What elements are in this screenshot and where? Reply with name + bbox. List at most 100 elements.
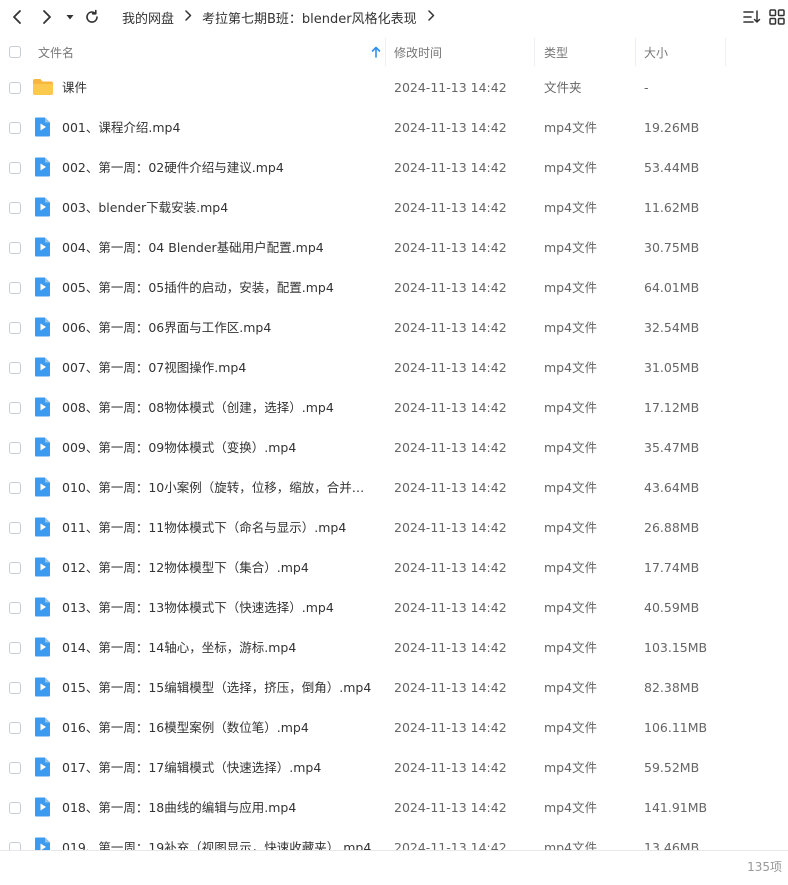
file-row[interactable]: 014、第一周：14轴心，坐标，游标.mp4 2024-11-13 14:42 mp… — [0, 628, 788, 668]
file-row[interactable]: 007、第一周：07视图操作.mp4 2024-11-13 14:42 mp4文件 3… — [0, 348, 788, 388]
file-modified-date: 2024-11-13 14:42 — [394, 160, 507, 175]
file-row[interactable]: 课件 2024-11-13 14:42 文件夹 - — [0, 68, 788, 108]
file-row[interactable]: 002、第一周：02硬件介绍与建议.mp4 2024-11-13 14:42 mp4… — [0, 148, 788, 188]
forward-button[interactable] — [36, 6, 58, 28]
file-row[interactable]: 011、第一周：11物体模式下（命名与显示）.mp4 2024-11-13 14:… — [0, 508, 788, 548]
row-checkbox[interactable] — [9, 562, 21, 574]
video-file-icon — [32, 637, 52, 657]
refresh-icon — [86, 9, 98, 23]
column-header-size-label: 大小 — [644, 45, 669, 60]
column-header-type[interactable]: 类型 — [544, 36, 634, 68]
file-modified-date: 2024-11-13 14:42 — [394, 80, 507, 95]
column-header-name[interactable]: 文件名 — [38, 36, 378, 68]
file-row[interactable]: 012、第一周：12物体模型下（集合）.mp4 2024-11-13 14:42 m… — [0, 548, 788, 588]
file-type: mp4文件 — [544, 760, 598, 775]
file-row[interactable]: 010、第一周：10小案例（旋转，位移，缩放，合并，视... 2024-11-13… — [0, 468, 788, 508]
column-divider[interactable] — [534, 38, 535, 66]
video-file-icon — [32, 397, 52, 417]
file-row[interactable]: 009、第一周：09物体模式（变换）.mp4 2024-11-13 14:42 mp… — [0, 428, 788, 468]
breadcrumb-item-current[interactable]: 考拉第七期B班：blender风格化表现 — [202, 8, 417, 27]
file-row[interactable]: 016、第一周：16模型案例（数位笔）.mp4 2024-11-13 14:42 m… — [0, 708, 788, 748]
file-modified-date: 2024-11-13 14:42 — [394, 640, 507, 655]
file-row[interactable]: 015、第一周：15编辑模型（选择，挤压，倒角）.mp4 2024-11-13 1… — [0, 668, 788, 708]
file-modified-date: 2024-11-13 14:42 — [394, 360, 507, 375]
file-size: 32.54MB — [644, 320, 700, 335]
row-checkbox[interactable] — [9, 162, 21, 174]
row-checkbox[interactable] — [9, 362, 21, 374]
file-modified-date: 2024-11-13 14:42 — [394, 600, 507, 615]
file-name: 005、第一周：05插件的启动，安装，配置.mp4 — [62, 280, 334, 295]
column-header-modified[interactable]: 修改时间 — [394, 36, 534, 68]
history-dropdown-button[interactable] — [62, 6, 78, 28]
row-checkbox[interactable] — [9, 522, 21, 534]
row-checkbox[interactable] — [9, 242, 21, 254]
video-file-icon — [32, 517, 52, 537]
sort-ascending-icon[interactable] — [370, 36, 382, 68]
file-size: 30.75MB — [644, 240, 700, 255]
file-modified-date: 2024-11-13 14:42 — [394, 480, 507, 495]
file-type: mp4文件 — [544, 840, 598, 850]
column-divider[interactable] — [385, 38, 386, 66]
file-name: 011、第一周：11物体模式下（命名与显示）.mp4 — [62, 520, 347, 535]
file-row[interactable]: 005、第一周：05插件的启动，安装，配置.mp4 2024-11-13 14:4… — [0, 268, 788, 308]
video-file-icon — [32, 157, 52, 177]
file-size: 64.01MB — [644, 280, 700, 295]
row-checkbox[interactable] — [9, 402, 21, 414]
sort-button[interactable] — [742, 8, 762, 26]
file-type: mp4文件 — [544, 680, 598, 695]
breadcrumb-separator-icon — [184, 9, 192, 25]
row-checkbox[interactable] — [9, 282, 21, 294]
select-all-checkbox[interactable] — [9, 46, 21, 58]
row-checkbox[interactable] — [9, 322, 21, 334]
file-row[interactable]: 019、第一周：19补充（视图显示，快速收藏夹）.mp4 2024-11-13 1… — [0, 828, 788, 850]
row-checkbox[interactable] — [9, 642, 21, 654]
row-checkbox[interactable] — [9, 442, 21, 454]
file-modified-date: 2024-11-13 14:42 — [394, 240, 507, 255]
file-type: mp4文件 — [544, 400, 598, 415]
row-checkbox[interactable] — [9, 682, 21, 694]
back-button[interactable] — [6, 6, 28, 28]
file-name: 008、第一周：08物体模式（创建，选择）.mp4 — [62, 400, 334, 415]
file-name: 010、第一周：10小案例（旋转，位移，缩放，合并，视... — [62, 480, 374, 495]
video-file-icon — [32, 797, 52, 817]
file-modified-date: 2024-11-13 14:42 — [394, 400, 507, 415]
file-type: mp4文件 — [544, 200, 598, 215]
file-row[interactable]: 006、第一周：06界面与工作区.mp4 2024-11-13 14:42 mp4文… — [0, 308, 788, 348]
file-row[interactable]: 004、第一周：04 Blender基础用户配置.mp4 2024-11-13 1… — [0, 228, 788, 268]
column-divider[interactable] — [635, 38, 636, 66]
row-checkbox[interactable] — [9, 762, 21, 774]
video-file-icon — [32, 597, 52, 617]
row-checkbox[interactable] — [9, 842, 21, 850]
file-name: 018、第一周：18曲线的编辑与应用.mp4 — [62, 800, 297, 815]
file-size: 31.05MB — [644, 360, 700, 375]
file-type: mp4文件 — [544, 640, 598, 655]
row-checkbox[interactable] — [9, 722, 21, 734]
refresh-button[interactable] — [81, 6, 103, 28]
file-row[interactable]: 017、第一周：17编辑模式（快速选择）.mp4 2024-11-13 14:42… — [0, 748, 788, 788]
video-file-icon — [32, 277, 52, 297]
view-mode-button[interactable] — [768, 8, 786, 26]
column-divider[interactable] — [725, 38, 726, 66]
file-row[interactable]: 008、第一周：08物体模式（创建，选择）.mp4 2024-11-13 14:4… — [0, 388, 788, 428]
toolbar: 我的网盘 考拉第七期B班：blender风格化表现 — [0, 0, 788, 34]
file-name: 019、第一周：19补充（视图显示，快速收藏夹）.mp4 — [62, 840, 372, 850]
column-header-size[interactable]: 大小 — [644, 36, 724, 68]
file-name: 016、第一周：16模型案例（数位笔）.mp4 — [62, 720, 309, 735]
file-row[interactable]: 001、课程介绍.mp4 2024-11-13 14:42 mp4文件 19.26MB — [0, 108, 788, 148]
file-browser-window: 我的网盘 考拉第七期B班：blender风格化表现 文件名 修改时间 类型 大小… — [0, 0, 788, 885]
video-file-icon — [32, 837, 52, 850]
video-file-icon — [32, 237, 52, 257]
file-row[interactable]: 013、第一周：13物体模式下（快速选择）.mp4 2024-11-13 14:4… — [0, 588, 788, 628]
chevron-right-icon — [43, 10, 51, 24]
row-checkbox[interactable] — [9, 202, 21, 214]
file-row[interactable]: 003、blender下载安装.mp4 2024-11-13 14:42 mp4文件… — [0, 188, 788, 228]
row-checkbox[interactable] — [9, 602, 21, 614]
row-checkbox[interactable] — [9, 82, 21, 94]
row-checkbox[interactable] — [9, 482, 21, 494]
video-file-icon — [32, 437, 52, 457]
row-checkbox[interactable] — [9, 122, 21, 134]
row-checkbox[interactable] — [9, 802, 21, 814]
file-size: 35.47MB — [644, 440, 700, 455]
file-row[interactable]: 018、第一周：18曲线的编辑与应用.mp4 2024-11-13 14:42 mp… — [0, 788, 788, 828]
breadcrumb-item-root[interactable]: 我的网盘 — [122, 8, 174, 27]
